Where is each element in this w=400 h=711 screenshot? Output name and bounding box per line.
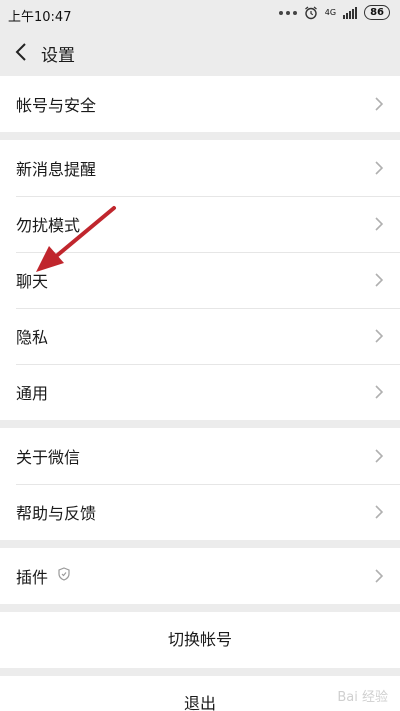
settings-item-account-security[interactable]: 帐号与安全 <box>0 76 400 132</box>
settings-item-label: 勿扰模式 <box>16 216 81 235</box>
settings-item-new-message-notification[interactable]: 新消息提醒 <box>0 140 400 196</box>
settings-group-about: 关于微信 帮助与反馈 <box>0 428 400 540</box>
settings-group-plugins: 插件 <box>0 548 400 604</box>
settings-item-general[interactable]: 通用 <box>0 364 400 420</box>
settings-group-general: 新消息提醒 勿扰模式 聊天 隐私 通用 <box>0 140 400 420</box>
notification-dots-icon <box>278 10 297 15</box>
chevron-right-icon <box>375 569 384 583</box>
shield-icon <box>58 567 70 581</box>
status-bar: 上午10:47 4G 86 <box>0 0 400 28</box>
battery-icon: 86 <box>364 5 390 20</box>
status-time: 上午10:47 <box>8 10 72 25</box>
status-icons: 4G 86 <box>278 5 390 20</box>
settings-item-label: 帮助与反馈 <box>16 504 97 523</box>
settings-item-label: 隐私 <box>16 328 49 347</box>
settings-item-plugins[interactable]: 插件 <box>0 548 400 604</box>
back-arrow-icon[interactable] <box>12 40 32 64</box>
settings-item-about-wechat[interactable]: 关于微信 <box>0 428 400 484</box>
settings-item-help-feedback[interactable]: 帮助与反馈 <box>0 484 400 540</box>
switch-account-button[interactable]: 切换帐号 <box>0 612 400 668</box>
signal-icon <box>343 6 358 19</box>
settings-group-account: 帐号与安全 <box>0 76 400 132</box>
logout-label: 退出 <box>183 694 216 711</box>
chevron-right-icon <box>375 385 384 399</box>
settings-item-label: 新消息提醒 <box>16 160 97 179</box>
settings-item-label: 插件 <box>16 568 49 587</box>
network-type: 4G <box>324 7 337 17</box>
settings-item-do-not-disturb[interactable]: 勿扰模式 <box>0 196 400 252</box>
chevron-right-icon <box>375 329 384 343</box>
settings-item-label: 帐号与安全 <box>16 96 97 115</box>
settings-item-label: 聊天 <box>16 272 49 291</box>
navigation-header: 设置 <box>0 28 400 76</box>
chevron-right-icon <box>375 97 384 111</box>
settings-item-privacy[interactable]: 隐私 <box>0 308 400 364</box>
watermark-logo: Bai 经验 <box>337 690 388 705</box>
chevron-right-icon <box>375 505 384 519</box>
settings-item-label: 通用 <box>16 384 49 403</box>
network-label: 4G <box>324 7 337 17</box>
chevron-right-icon <box>375 217 384 231</box>
settings-item-label: 关于微信 <box>16 448 81 467</box>
chevron-right-icon <box>375 449 384 463</box>
settings-item-chat[interactable]: 聊天 <box>0 252 400 308</box>
switch-account-label: 切换帐号 <box>167 630 232 649</box>
page-title: 设置 <box>41 46 75 66</box>
alarm-icon <box>304 5 317 19</box>
chevron-right-icon <box>375 273 384 287</box>
chevron-right-icon <box>375 161 384 175</box>
